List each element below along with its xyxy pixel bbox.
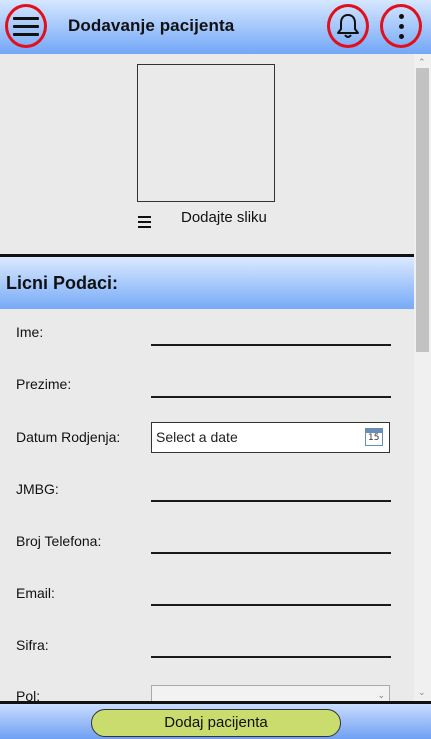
app-header: Dodavanje pacijenta bbox=[0, 0, 431, 54]
add-photo-label[interactable]: Dodajte sliku bbox=[181, 209, 267, 226]
scroll-up-arrow-icon[interactable]: ⌃ bbox=[418, 57, 426, 68]
sifra-input[interactable] bbox=[151, 656, 391, 658]
photo-placeholder[interactable] bbox=[137, 64, 275, 202]
broj-telefona-label: Broj Telefona: bbox=[16, 533, 102, 549]
page-title: Dodavanje pacijenta bbox=[68, 16, 235, 35]
bell-icon bbox=[337, 14, 359, 38]
calendar-icon[interactable]: 15 bbox=[365, 428, 383, 446]
add-patient-button[interactable]: Dodaj pacijenta bbox=[91, 709, 341, 737]
chevron-down-icon: ⌄ bbox=[377, 690, 385, 700]
scrollbar-thumb[interactable] bbox=[416, 68, 429, 352]
ime-input[interactable] bbox=[151, 344, 391, 346]
date-picker-placeholder: Select a date bbox=[156, 429, 238, 445]
broj-telefona-input[interactable] bbox=[151, 552, 391, 554]
hamburger-menu-icon[interactable] bbox=[138, 216, 151, 228]
jmbg-input[interactable] bbox=[151, 500, 391, 502]
section-header: Licni Podaci: bbox=[0, 257, 414, 309]
prezime-input[interactable] bbox=[151, 396, 391, 398]
datum-rodjenja-label: Datum Rodjenja: bbox=[16, 429, 121, 445]
email-label: Email: bbox=[16, 585, 55, 601]
footer-bar: Dodaj pacijenta bbox=[0, 701, 431, 739]
menu-button[interactable] bbox=[5, 4, 47, 48]
kebab-menu-icon bbox=[398, 13, 404, 39]
sifra-label: Sifra: bbox=[16, 637, 49, 653]
more-options-button[interactable] bbox=[380, 4, 422, 48]
scroll-down-arrow-icon[interactable]: ⌄ bbox=[418, 687, 426, 698]
pol-label: Pol: bbox=[16, 688, 41, 701]
ime-label: Ime: bbox=[16, 324, 44, 340]
notifications-button[interactable] bbox=[327, 4, 369, 48]
email-input[interactable] bbox=[151, 604, 391, 606]
form-scroll-area: Dodajte sliku Licni Podaci: Ime: Prezime… bbox=[0, 54, 414, 701]
section-title: Licni Podaci: bbox=[6, 273, 119, 293]
date-picker[interactable]: Select a date 15 bbox=[151, 422, 390, 453]
jmbg-label: JMBG: bbox=[16, 481, 59, 497]
vertical-scrollbar[interactable]: ⌃ ⌄ bbox=[414, 54, 431, 701]
pol-select[interactable]: ⌄ bbox=[151, 685, 390, 701]
prezime-label: Prezime: bbox=[16, 376, 72, 392]
hamburger-menu-icon bbox=[13, 16, 39, 36]
